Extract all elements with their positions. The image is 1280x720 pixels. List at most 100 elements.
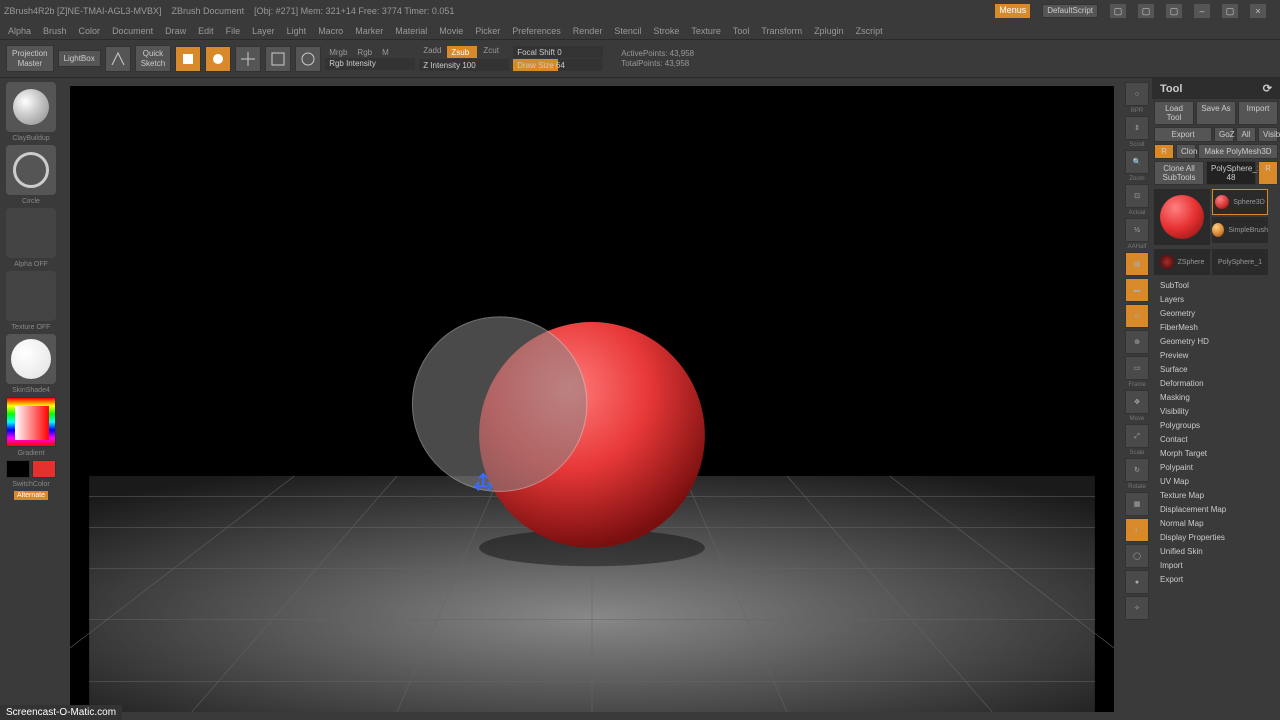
mrgb-button[interactable]: Mrgb <box>325 48 351 57</box>
panel-contact[interactable]: Contact <box>1156 433 1276 446</box>
panel-deformation[interactable]: Deformation <box>1156 377 1276 390</box>
texture-slot[interactable] <box>6 271 56 321</box>
menu-edit[interactable]: Edit <box>198 26 214 36</box>
menu-stencil[interactable]: Stencil <box>614 26 641 36</box>
thumb-sphere3d[interactable]: Sphere3D <box>1212 189 1268 215</box>
rgb-button[interactable]: Rgb <box>353 48 376 57</box>
scale-button[interactable]: ⤢ <box>1125 424 1149 448</box>
bpr-button[interactable]: ○ <box>1125 82 1149 106</box>
thumb-simplebrush[interactable]: SimpleBrush <box>1212 217 1268 243</box>
panel-texturemap[interactable]: Texture Map <box>1156 489 1276 502</box>
quicksketch-button[interactable]: Quick Sketch <box>135 45 171 72</box>
scroll-button[interactable]: ⇕ <box>1125 116 1149 140</box>
menu-texture[interactable]: Texture <box>691 26 721 36</box>
import-button[interactable]: Import <box>1238 101 1278 125</box>
tool-preview-main[interactable] <box>1154 189 1210 245</box>
panel-uvmap[interactable]: UV Map <box>1156 475 1276 488</box>
panel-visibility[interactable]: Visibility <box>1156 405 1276 418</box>
alpha-slot[interactable] <box>6 208 56 258</box>
color-picker[interactable] <box>6 397 56 447</box>
projection-master-button[interactable]: Projection Master <box>6 45 54 72</box>
polyf-button[interactable]: ▦ <box>1125 492 1149 516</box>
local-button[interactable]: ⊙ <box>1125 304 1149 328</box>
zsub-button[interactable]: Zsub <box>447 46 477 58</box>
load-tool-button[interactable]: Load Tool <box>1154 101 1194 125</box>
panel-morphtarget[interactable]: Morph Target <box>1156 447 1276 460</box>
clone-button[interactable]: Clone <box>1176 144 1196 159</box>
panel-export[interactable]: Export <box>1156 573 1276 586</box>
panel-layers[interactable]: Layers <box>1156 293 1276 306</box>
menu-zscript[interactable]: Zscript <box>856 26 883 36</box>
xpose-button[interactable]: ✧ <box>1125 596 1149 620</box>
menu-tool[interactable]: Tool <box>733 26 750 36</box>
frame-button[interactable]: ▭ <box>1125 356 1149 380</box>
r-button[interactable]: R <box>1154 144 1174 159</box>
export-button[interactable]: Export <box>1154 127 1212 142</box>
rotate-tool-icon[interactable] <box>295 46 321 72</box>
swatch-black[interactable] <box>6 460 30 478</box>
draw-button[interactable] <box>205 46 231 72</box>
panel-fibermesh[interactable]: FiberMesh <box>1156 321 1276 334</box>
refresh-icon[interactable]: ⟳ <box>1263 82 1272 95</box>
menu-alpha[interactable]: Alpha <box>8 26 31 36</box>
menu-macro[interactable]: Macro <box>318 26 343 36</box>
visible-button[interactable]: Visible <box>1258 127 1278 142</box>
r-button-2[interactable]: R <box>1258 161 1278 185</box>
m-button[interactable]: M <box>378 48 393 57</box>
zadd-button[interactable]: Zadd <box>419 46 445 58</box>
menu-layer[interactable]: Layer <box>252 26 275 36</box>
persp-button[interactable]: ▦ <box>1125 252 1149 276</box>
move-tool-icon[interactable] <box>235 46 261 72</box>
panel-geometry[interactable]: Geometry <box>1156 307 1276 320</box>
thumb-polysphere[interactable]: PolySphere_1 <box>1212 249 1268 275</box>
z-intensity-slider[interactable]: Z Intensity 100 <box>419 59 509 71</box>
menu-color[interactable]: Color <box>79 26 101 36</box>
all-button[interactable]: All <box>1236 127 1256 142</box>
menu-zplugin[interactable]: Zplugin <box>814 26 844 36</box>
menu-file[interactable]: File <box>226 26 241 36</box>
switch-color-button[interactable]: SwitchColor <box>12 481 49 488</box>
win-btn-3[interactable]: ▢ <box>1166 4 1182 18</box>
panel-masking[interactable]: Masking <box>1156 391 1276 404</box>
make-polymesh-button[interactable]: Make PolyMesh3D <box>1198 144 1278 159</box>
panel-unifiedskin[interactable]: Unified Skin <box>1156 545 1276 558</box>
actual-button[interactable]: ⊡ <box>1125 184 1149 208</box>
edit-button[interactable] <box>175 46 201 72</box>
maximize-button[interactable]: ▢ <box>1222 4 1238 18</box>
menus-button[interactable]: Menus <box>995 4 1030 18</box>
aahalf-button[interactable]: ½ <box>1125 218 1149 242</box>
ghost-button[interactable]: ◯ <box>1125 544 1149 568</box>
lcam-button[interactable]: ⊕ <box>1125 330 1149 354</box>
lightbox-button[interactable]: LightBox <box>58 50 101 68</box>
panel-import[interactable]: Import <box>1156 559 1276 572</box>
menu-stroke[interactable]: Stroke <box>653 26 679 36</box>
zoom-button[interactable]: 🔍 <box>1125 150 1149 174</box>
panel-polypaint[interactable]: Polypaint <box>1156 461 1276 474</box>
zcut-button[interactable]: Zcut <box>479 46 503 58</box>
panel-subtool[interactable]: SubTool <box>1156 279 1276 292</box>
clone-all-subtools-button[interactable]: Clone All SubTools <box>1154 161 1204 185</box>
win-btn-2[interactable]: ▢ <box>1138 4 1154 18</box>
transp-button[interactable]: ◐ <box>1125 518 1149 542</box>
win-btn-1[interactable]: ▢ <box>1110 4 1126 18</box>
thumb-zsphere[interactable]: ZSphere <box>1154 249 1210 275</box>
floor-button[interactable]: ▬ <box>1125 278 1149 302</box>
menu-render[interactable]: Render <box>573 26 603 36</box>
menu-movie[interactable]: Movie <box>439 26 463 36</box>
material-slot[interactable] <box>6 334 56 384</box>
save-as-button[interactable]: Save As <box>1196 101 1236 125</box>
menu-draw[interactable]: Draw <box>165 26 186 36</box>
tool-header[interactable]: Tool ⟳ <box>1152 78 1280 99</box>
close-button[interactable]: × <box>1250 4 1266 18</box>
panel-surface[interactable]: Surface <box>1156 363 1276 376</box>
brush-slot[interactable] <box>6 82 56 132</box>
swatch-red[interactable] <box>32 460 56 478</box>
minimize-button[interactable]: – <box>1194 4 1210 18</box>
goz-button[interactable]: GoZ <box>1214 127 1234 142</box>
panel-display[interactable]: Display Properties <box>1156 531 1276 544</box>
panel-normalmap[interactable]: Normal Map <box>1156 517 1276 530</box>
tool-name[interactable]: PolySphere_1. 48 <box>1206 161 1256 185</box>
menu-picker[interactable]: Picker <box>475 26 500 36</box>
solo-button[interactable]: ● <box>1125 570 1149 594</box>
panel-preview[interactable]: Preview <box>1156 349 1276 362</box>
